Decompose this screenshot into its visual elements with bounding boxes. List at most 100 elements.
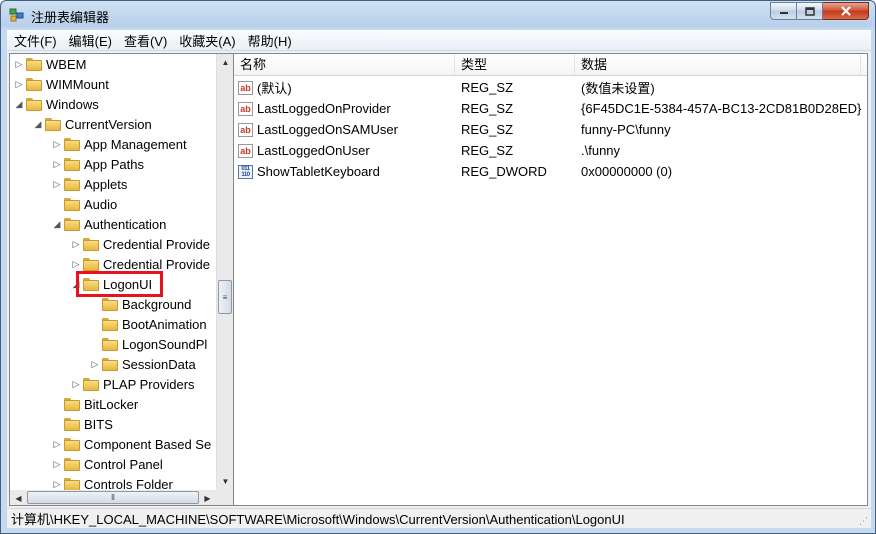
tree-item[interactable]: ▷ Credential Provide xyxy=(69,234,210,254)
string-value-icon: ab xyxy=(238,122,253,137)
value-name: (默认) xyxy=(257,81,292,96)
tree-item-label: Audio xyxy=(84,196,118,212)
tree-item[interactable]: LogonSoundPl xyxy=(88,334,207,354)
folder-icon xyxy=(83,377,99,391)
expand-arrow-icon[interactable]: ▷ xyxy=(50,479,64,490)
value-row[interactable]: ab (默认) REG_SZ (数值未设置) xyxy=(234,77,865,98)
folder-icon xyxy=(64,437,80,451)
maximize-icon xyxy=(804,6,815,16)
tree-item[interactable]: ▷ Component Based Se xyxy=(50,434,212,454)
tree-horizontal-scrollbar[interactable]: ◀ ⦀ ▶ xyxy=(10,490,216,505)
folder-icon xyxy=(102,357,118,371)
tree-item[interactable]: Background xyxy=(88,294,191,314)
minimize-button[interactable] xyxy=(770,2,797,20)
expand-arrow-icon[interactable]: ▷ xyxy=(50,139,64,150)
column-header-name[interactable]: 名称 xyxy=(234,54,455,75)
tree-item[interactable]: ▷ SessionData xyxy=(88,354,196,374)
tree-item-label: LogonSoundPl xyxy=(122,336,208,352)
tree-item[interactable]: ◢ Windows xyxy=(12,94,99,114)
status-bar: 计算机\HKEY_LOCAL_MACHINE\SOFTWARE\Microsof… xyxy=(7,508,871,528)
value-type: REG_SZ xyxy=(461,80,514,95)
resize-grip-icon[interactable]: ⋰ xyxy=(859,516,869,526)
close-icon xyxy=(840,6,851,16)
menu-favorites[interactable]: 收藏夹(A) xyxy=(172,31,240,50)
maximize-button[interactable] xyxy=(797,2,823,20)
expand-arrow-icon[interactable]: ▷ xyxy=(50,159,64,170)
expand-arrow-icon[interactable]: ▷ xyxy=(12,59,26,70)
tree-item[interactable]: ▷ Control Panel xyxy=(50,454,163,474)
value-name: LastLoggedOnUser xyxy=(257,143,370,158)
collapse-arrow-icon[interactable]: ◢ xyxy=(12,99,26,110)
registry-tree-pane: ▷ WBEM ▷ WIMMount ◢ Windows ◢ CurrentVersion ▷ Ap… xyxy=(9,53,234,506)
tree-item-label: Component Based Se xyxy=(84,436,212,452)
expand-arrow-icon[interactable]: ▷ xyxy=(50,459,64,470)
collapse-arrow-icon[interactable]: ◢ xyxy=(31,119,45,130)
value-data: funny-PC\funny xyxy=(581,122,671,137)
scroll-left-button[interactable]: ◀ xyxy=(10,490,27,505)
menu-view[interactable]: 查看(V) xyxy=(117,31,172,50)
tree-item[interactable]: ▷ PLAP Providers xyxy=(69,374,195,394)
tree-item[interactable]: ◢ Authentication xyxy=(50,214,167,234)
scroll-up-button[interactable]: ▲ xyxy=(217,54,233,71)
expand-arrow-icon[interactable]: ▷ xyxy=(69,259,83,270)
expand-arrow-icon[interactable]: ▷ xyxy=(50,439,64,450)
tree-item[interactable]: ▷ App Paths xyxy=(50,154,144,174)
close-button[interactable] xyxy=(823,2,869,20)
scroll-thumb[interactable]: ≡ xyxy=(218,280,232,314)
value-data: 0x00000000 (0) xyxy=(581,164,673,179)
folder-icon xyxy=(64,457,80,471)
expand-arrow-icon[interactable]: ▷ xyxy=(69,379,83,390)
value-name-cell: ab LastLoggedOnUser xyxy=(234,143,455,158)
tree-item[interactable]: ◢ CurrentVersion xyxy=(31,114,152,134)
folder-icon xyxy=(26,57,42,71)
menu-help[interactable]: 帮助(H) xyxy=(241,31,297,50)
tree-vertical-scrollbar[interactable]: ▲ ≡ ▼ xyxy=(216,54,233,490)
value-row[interactable]: ab LastLoggedOnUser REG_SZ .\funny xyxy=(234,140,865,161)
menu-file[interactable]: 文件(F) xyxy=(7,31,62,50)
folder-icon xyxy=(64,417,80,431)
tree-item-label: WBEM xyxy=(46,56,87,72)
expand-arrow-icon[interactable]: ▷ xyxy=(50,179,64,190)
scroll-down-button[interactable]: ▼ xyxy=(217,473,233,490)
expand-arrow-icon[interactable]: ▷ xyxy=(69,239,83,250)
value-type: REG_SZ xyxy=(461,143,514,158)
column-header-type[interactable]: 类型 xyxy=(455,54,575,75)
expand-arrow-icon[interactable]: ▷ xyxy=(88,359,102,370)
tree-item-label: SessionData xyxy=(122,356,196,372)
expand-arrow-icon[interactable]: ▷ xyxy=(12,79,26,90)
hscroll-thumb[interactable]: ⦀ xyxy=(27,491,199,504)
tree-item-label: Windows xyxy=(46,96,99,112)
title-bar[interactable]: 注册表编辑器 xyxy=(1,1,875,29)
tree-item-label: Authentication xyxy=(84,216,167,232)
menu-edit[interactable]: 编辑(E) xyxy=(62,31,117,50)
tree-item[interactable]: ▷ Controls Folder xyxy=(50,474,173,490)
tree-item[interactable]: BitLocker xyxy=(50,394,138,414)
value-row[interactable]: ab LastLoggedOnSAMUser REG_SZ funny-PC\funn… xyxy=(234,119,865,140)
value-data: .\funny xyxy=(581,143,621,158)
value-row[interactable]: ab LastLoggedOnProvider REG_SZ {6F45DC1E-53… xyxy=(234,98,865,119)
scroll-corner xyxy=(216,490,233,505)
tree-item[interactable]: BootAnimation xyxy=(88,314,207,334)
tree-item[interactable]: ▷ Applets xyxy=(50,174,128,194)
tree-item-label: BootAnimation xyxy=(122,316,207,332)
tree-item[interactable]: BITS xyxy=(50,414,113,434)
menu-bar: 文件(F) 编辑(E) 查看(V) 收藏夹(A) 帮助(H) xyxy=(7,30,871,50)
column-header-data[interactable]: 数据 xyxy=(575,54,861,75)
folder-icon xyxy=(64,157,80,171)
tree-item[interactable]: Audio xyxy=(50,194,117,214)
collapse-arrow-icon[interactable]: ◢ xyxy=(50,219,64,230)
string-value-icon: ab xyxy=(238,143,253,158)
tree-item-label: Control Panel xyxy=(84,456,163,472)
tree-item-label: PLAP Providers xyxy=(103,376,195,392)
value-name-cell: ab LastLoggedOnProvider xyxy=(234,101,455,116)
folder-icon xyxy=(102,337,118,351)
tree-item[interactable]: ▷ WBEM xyxy=(12,54,87,74)
value-row[interactable]: 011 110 ShowTabletKeyboard REG_DWORD 0x00000… xyxy=(234,161,865,182)
tree-item[interactable]: ▷ App Management xyxy=(50,134,187,154)
tree-item[interactable]: ▷ WIMMount xyxy=(12,74,109,94)
scroll-right-button[interactable]: ▶ xyxy=(199,490,216,505)
folder-icon xyxy=(102,297,118,311)
folder-icon xyxy=(83,257,99,271)
folder-icon xyxy=(26,77,42,91)
tree-item-label: Credential Provide xyxy=(103,236,210,252)
